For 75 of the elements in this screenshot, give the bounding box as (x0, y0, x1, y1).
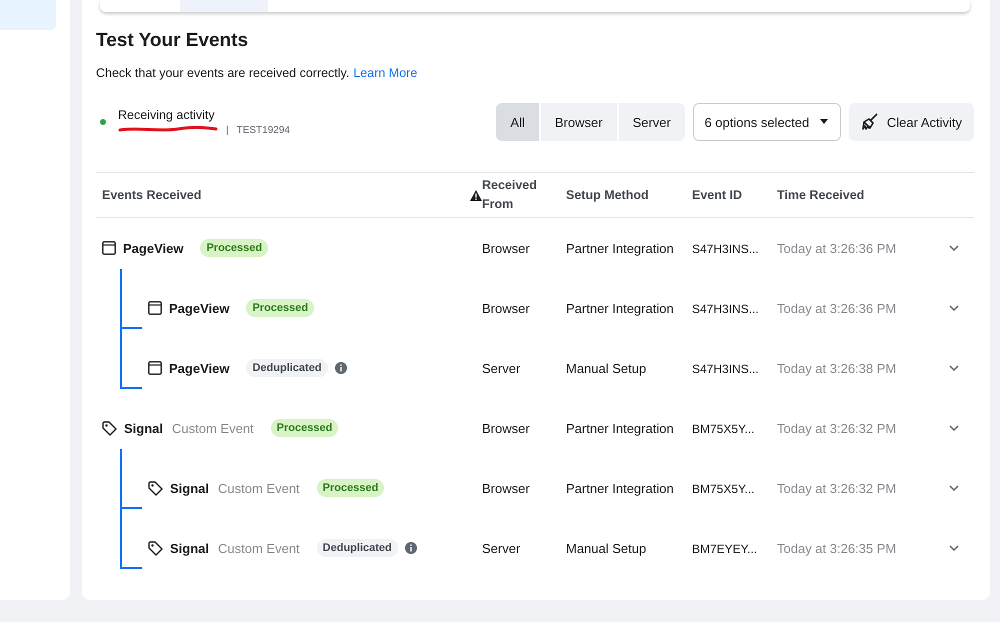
column-header: Time Received (777, 188, 864, 202)
table-cell: Browser (482, 480, 530, 496)
table-cell: Browser (482, 300, 530, 316)
status-badge: Processed (270, 419, 338, 437)
chevron-down-icon[interactable] (949, 305, 959, 311)
column-header: Setup Method (566, 188, 649, 202)
learn-more-link[interactable]: Learn More (353, 66, 418, 80)
event-name: PageView (123, 240, 184, 256)
event-type: Custom Event (218, 480, 300, 496)
chevron-down-icon[interactable] (949, 485, 959, 491)
filter-tab[interactable]: Browser (540, 103, 617, 141)
table-cell: S47H3INS... (692, 302, 759, 316)
filter-tab[interactable]: All (496, 103, 539, 141)
table-cell: S47H3INS... (692, 362, 759, 376)
event-name: Signal (170, 480, 210, 496)
event-name: PageView (169, 300, 230, 316)
broom-icon (860, 113, 879, 131)
table-cell: S47H3INS... (692, 242, 759, 256)
table-cell: BM75X5Y... (692, 422, 754, 436)
warning-icon (470, 190, 482, 200)
table-cell: BM7EYEY... (692, 542, 758, 556)
table-cell: Today at 3:26:38 PM (777, 360, 896, 376)
column-header: Events Received (102, 188, 202, 202)
table-cell: Partner Integration (566, 300, 674, 316)
filter-tab[interactable]: Server (618, 103, 685, 141)
table-cell: Partner Integration (566, 240, 674, 256)
table-cell: Browser (482, 420, 530, 436)
tree-line (120, 329, 142, 389)
table-cell: Manual Setup (566, 360, 646, 376)
table-cell: Today at 3:26:32 PM (777, 420, 896, 436)
tree-line (120, 509, 142, 569)
status-badge: Processed (316, 479, 384, 497)
event-type: Custom Event (172, 420, 254, 436)
browser-window-icon (148, 301, 162, 315)
table-cell: Today at 3:26:35 PM (777, 540, 896, 556)
status-badge: Deduplicated (246, 359, 328, 377)
column-header: Received From (482, 177, 538, 213)
status-badge: Processed (200, 239, 268, 257)
tree-line (120, 269, 142, 329)
table-cell: Manual Setup (566, 540, 646, 556)
caret-icon (819, 119, 830, 125)
event-type: Custom Event (218, 540, 300, 556)
status-badge: Deduplicated (316, 539, 398, 557)
column-header: Event ID (692, 188, 742, 202)
tag-icon (148, 540, 163, 556)
test-code: TEST19294 (236, 125, 290, 136)
table-cell: Server (482, 360, 520, 376)
chevron-down-icon[interactable] (949, 245, 959, 251)
table-cell: Partner Integration (566, 420, 674, 436)
event-name: Signal (170, 540, 210, 556)
tag-icon (148, 480, 163, 496)
separator: | (226, 125, 229, 136)
section-description: Check that your events are received correctly. (96, 66, 350, 80)
table-cell: Partner Integration (566, 480, 674, 496)
event-name: PageView (169, 360, 230, 376)
browser-window-icon (102, 241, 116, 255)
activity-status: Receiving activity (118, 108, 216, 122)
table-cell: Today at 3:26:36 PM (777, 300, 896, 316)
table-cell: Today at 3:26:36 PM (777, 240, 896, 256)
chevron-down-icon[interactable] (949, 365, 959, 371)
table-cell: Today at 3:26:32 PM (777, 480, 896, 496)
chevron-down-icon[interactable] (949, 425, 959, 431)
table-cell: Server (482, 540, 520, 556)
tag-icon (102, 420, 117, 436)
status-badge: Processed (246, 299, 314, 317)
table-cell: Browser (482, 240, 530, 256)
tree-line (120, 449, 142, 509)
table-cell: BM75X5Y... (692, 482, 754, 496)
chevron-down-icon[interactable] (949, 545, 959, 551)
event-name: Signal (124, 420, 164, 436)
browser-window-icon (148, 361, 162, 375)
status-dot-icon (100, 119, 106, 125)
section-title: Test Your Events (96, 30, 250, 52)
clear-activity-button[interactable]: Clear Activity (848, 103, 974, 141)
options-dropdown[interactable]: 6 options selected (692, 103, 841, 141)
